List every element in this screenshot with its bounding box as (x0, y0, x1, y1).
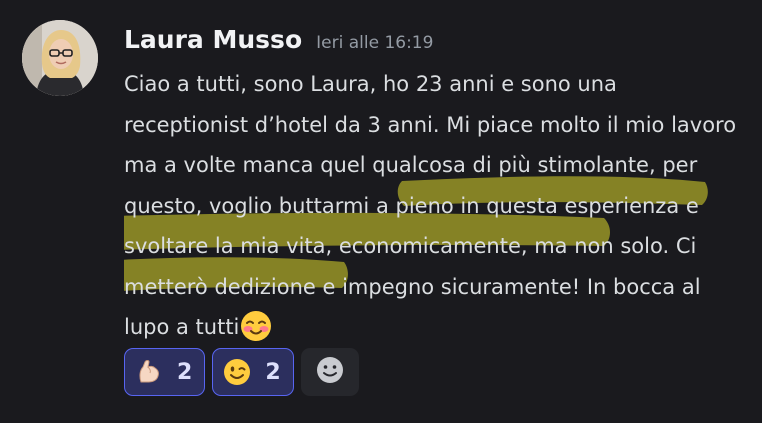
reaction-flexed-biceps[interactable]: 2 (124, 348, 206, 396)
author-name[interactable]: Laura Musso (124, 25, 302, 54)
smiley-add-reaction-icon (315, 355, 345, 389)
smiling-face-with-blushing-cheeks-icon (240, 310, 272, 342)
winking-face-icon (223, 358, 251, 386)
reaction-winking-face[interactable]: 2 (212, 348, 294, 396)
message-timestamp: Ieri alle 16:19 (316, 33, 434, 53)
message-content: Ciao a tutti, sono Laura, ho 23 anni e s… (124, 64, 744, 348)
reaction-count: 2 (177, 359, 193, 385)
message-header: Laura Musso Ieri alle 16:19 (124, 25, 433, 59)
flexed-biceps-icon (135, 358, 163, 386)
avatar[interactable] (22, 20, 98, 96)
add-reaction-button[interactable] (300, 348, 359, 396)
chat-message: Laura Musso Ieri alle 16:19 Ciao a tutti… (0, 0, 762, 423)
reaction-count: 2 (265, 359, 281, 385)
reactions-bar: 2 2 (124, 348, 359, 396)
